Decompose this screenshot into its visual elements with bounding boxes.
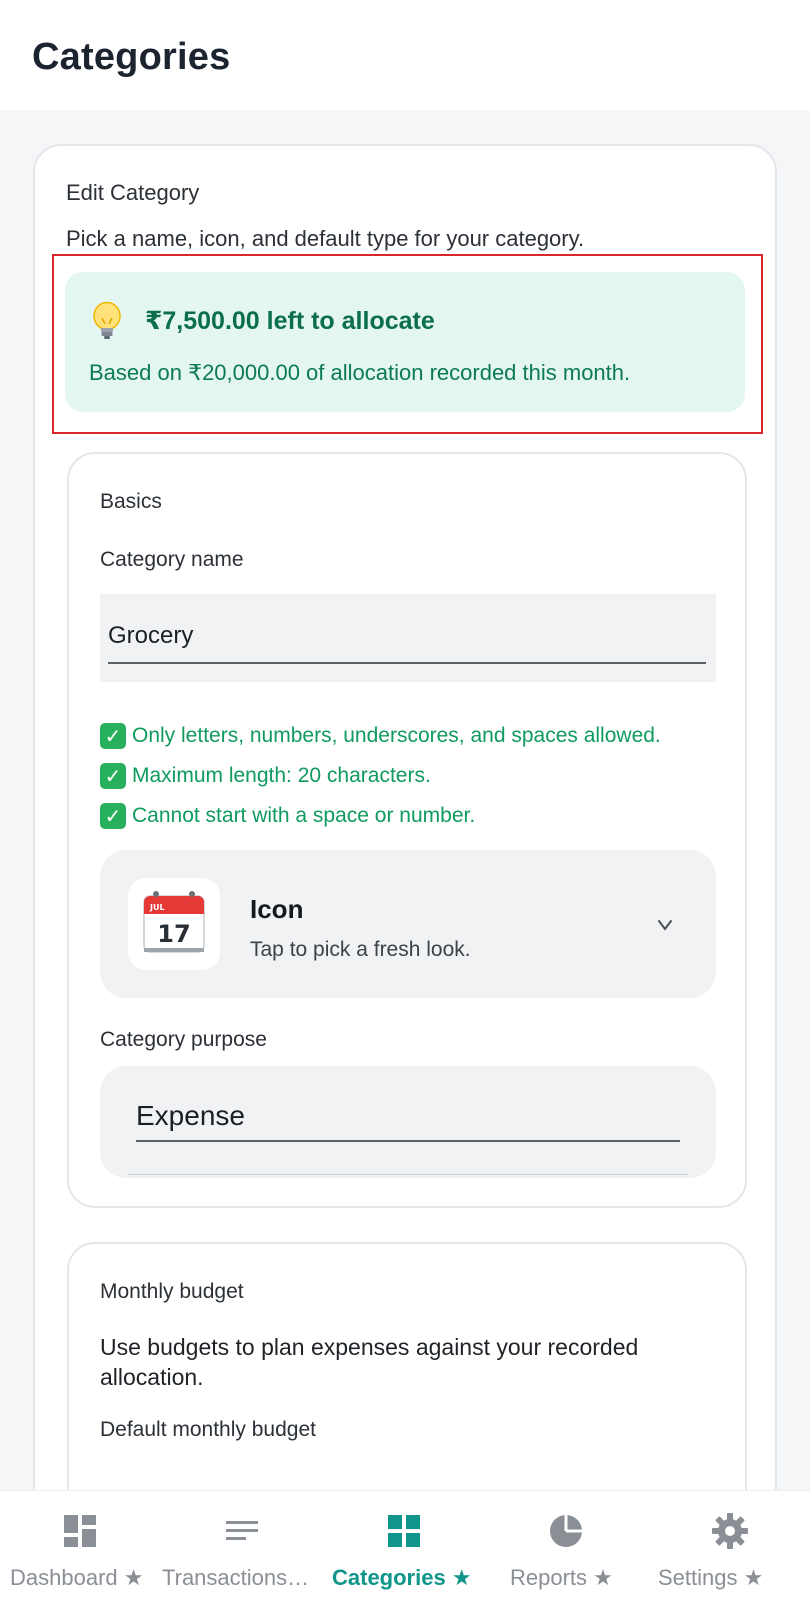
- nav-reports[interactable]: Reports ★: [486, 1491, 648, 1599]
- allocation-description: Based on ₹20,000.00 of allocation record…: [89, 360, 631, 385]
- basics-section: Basics Category name Grocery ✓ Only lett…: [67, 452, 747, 1208]
- icon-picker-subtitle: Tap to pick a fresh look.: [250, 938, 471, 961]
- nav-reports-label: Reports ★: [510, 1565, 613, 1590]
- dashboard-icon: [64, 1515, 96, 1547]
- category-name-value[interactable]: Grocery: [108, 622, 193, 650]
- categories-icon: [388, 1515, 420, 1547]
- category-purpose-value[interactable]: Expense: [136, 1100, 245, 1132]
- allocation-banner: ₹7,500.00 left to allocate Based on ₹20,…: [65, 272, 745, 412]
- reports-icon: [550, 1513, 584, 1547]
- edit-category-title: Edit Category: [66, 180, 200, 205]
- validation-rule: ✓ Maximum length: 20 characters.: [100, 756, 661, 796]
- nav-settings[interactable]: Settings ★: [648, 1491, 810, 1599]
- lightbulb-icon: [93, 301, 121, 339]
- transactions-icon: [226, 1521, 258, 1540]
- calendar-month-text: JUL: [149, 903, 165, 912]
- allocation-remaining-title: ₹7,500.00 left to allocate: [145, 307, 435, 335]
- monthly-budget-section: Monthly budget Use budgets to plan expen…: [67, 1242, 747, 1490]
- category-purpose-select[interactable]: Expense: [100, 1066, 716, 1178]
- bottom-navigation: Dashboard ★ Transactions… Categories ★ R…: [0, 1490, 810, 1599]
- nav-transactions-label: Transactions…: [162, 1565, 310, 1590]
- calendar-day-text: 17: [157, 920, 190, 948]
- check-mark-icon: ✓: [100, 803, 126, 829]
- nav-dashboard[interactable]: Dashboard ★: [0, 1491, 162, 1599]
- validation-rule-text: Only letters, numbers, underscores, and …: [132, 724, 661, 747]
- category-name-underline: [108, 662, 706, 664]
- icon-picker-title: Icon: [250, 894, 304, 924]
- monthly-budget-heading: Monthly budget: [100, 1280, 244, 1303]
- validation-rules: ✓ Only letters, numbers, underscores, an…: [100, 716, 661, 836]
- validation-rule: ✓ Cannot start with a space or number.: [100, 796, 661, 836]
- monthly-budget-description: Use budgets to plan expenses against you…: [100, 1334, 639, 1390]
- nav-dashboard-label: Dashboard ★: [10, 1565, 144, 1590]
- category-purpose-label: Category purpose: [100, 1028, 267, 1051]
- nav-settings-label: Settings ★: [658, 1565, 764, 1590]
- category-purpose-bottom-line: [128, 1174, 688, 1175]
- check-mark-icon: ✓: [100, 723, 126, 749]
- category-purpose-underline: [136, 1140, 680, 1142]
- content-scroll-area[interactable]: Edit Category Pick a name, icon, and def…: [0, 110, 810, 1490]
- edit-category-subtitle: Pick a name, icon, and default type for …: [66, 226, 585, 251]
- check-mark-icon: ✓: [100, 763, 126, 789]
- category-name-label: Category name: [100, 548, 244, 571]
- icon-picker[interactable]: JUL 17 Icon Tap to pick a fresh look.: [100, 850, 716, 998]
- page-title: Categories: [32, 36, 231, 78]
- default-monthly-budget-label: Default monthly budget: [100, 1418, 316, 1441]
- nav-transactions[interactable]: Transactions…: [162, 1491, 324, 1599]
- category-name-field[interactable]: Grocery: [100, 594, 716, 682]
- settings-icon: [712, 1513, 748, 1549]
- validation-rule-text: Maximum length: 20 characters.: [132, 764, 431, 787]
- chevron-down-icon[interactable]: [656, 916, 674, 934]
- edit-category-card: Edit Category Pick a name, icon, and def…: [33, 144, 777, 1490]
- basics-heading: Basics: [100, 490, 162, 513]
- nav-categories-label: Categories ★: [332, 1565, 472, 1590]
- nav-categories[interactable]: Categories ★: [324, 1491, 486, 1599]
- app-header: Categories: [0, 0, 810, 110]
- validation-rule-text: Cannot start with a space or number.: [132, 804, 476, 827]
- validation-rule: ✓ Only letters, numbers, underscores, an…: [100, 716, 661, 756]
- selected-icon-tile: JUL 17: [128, 878, 220, 970]
- calendar-icon: JUL 17: [143, 891, 205, 953]
